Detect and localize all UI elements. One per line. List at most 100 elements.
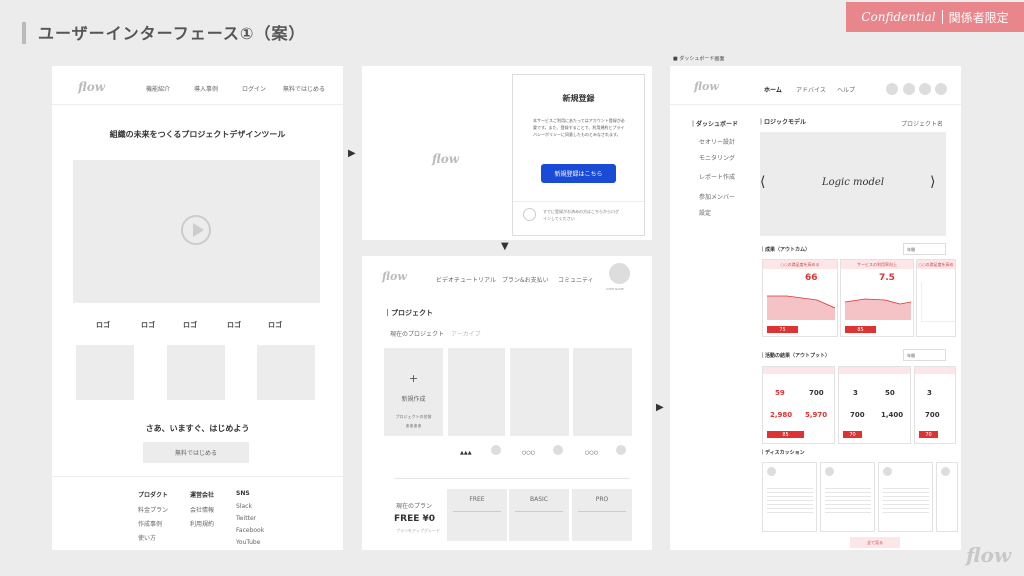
- feature-image: [257, 345, 315, 400]
- activity-card-header: [915, 367, 955, 374]
- start-free-button[interactable]: 無料ではじめる: [143, 442, 249, 463]
- footer-link[interactable]: 使い方: [138, 533, 168, 542]
- footer-link[interactable]: YouTube: [236, 539, 264, 546]
- footer-link[interactable]: 利用規約: [190, 519, 214, 528]
- outcome-card-header: ○○の満足度を高める: [917, 260, 955, 269]
- nav-tutorial[interactable]: ビデオチュートリアル: [436, 275, 496, 284]
- discussion-card[interactable]: [878, 462, 933, 532]
- activity-bar: 70: [843, 431, 862, 438]
- confidential-label: Confidential: [861, 10, 936, 24]
- play-icon[interactable]: [181, 215, 211, 245]
- plan-card-basic[interactable]: BASIC: [509, 489, 569, 541]
- footer-link[interactable]: Facebook: [236, 527, 264, 534]
- nav-help[interactable]: ヘルプ: [837, 85, 855, 94]
- divider: [515, 511, 563, 512]
- nav-home[interactable]: ホーム: [764, 85, 782, 94]
- sidebar-item-theory[interactable]: セオリー設計: [699, 137, 735, 146]
- sidebar-item-members[interactable]: 参加メンバー: [699, 192, 735, 201]
- footer-heading: SNS: [236, 490, 250, 497]
- footer-link[interactable]: Twitter: [236, 515, 264, 522]
- footer-link[interactable]: 作成事例: [138, 519, 168, 528]
- outcome-area-chart: [767, 295, 835, 320]
- landing-page-panel: flow 機能紹介 導入事例 ログイン 無料ではじめる 組織の未来をつくるプロジ…: [52, 66, 343, 550]
- projects-logo[interactable]: flow: [382, 270, 407, 283]
- landing-logo[interactable]: flow: [78, 80, 105, 94]
- footer-link[interactable]: 料金プラン: [138, 505, 168, 514]
- avatar[interactable]: [935, 83, 947, 95]
- client-logo: ロゴ: [268, 321, 282, 329]
- project-name: プロジェクト名: [901, 121, 944, 128]
- signup-button[interactable]: 新規登録はこちら: [541, 164, 616, 183]
- project-card[interactable]: [448, 348, 505, 436]
- divider: [52, 476, 343, 477]
- caption-text: ダッシュボード画面: [679, 56, 725, 62]
- project-card[interactable]: [510, 348, 569, 436]
- activity-value: 3: [927, 389, 932, 397]
- tab-archive[interactable]: アーカイブ: [451, 329, 481, 338]
- outcome-area-chart: [845, 298, 911, 320]
- nav-cases[interactable]: 導入事例: [194, 84, 218, 93]
- new-project-label: 新規作成: [401, 396, 426, 403]
- discussion-card[interactable]: [762, 462, 817, 532]
- hero-video[interactable]: [73, 160, 320, 303]
- outcome-empty-chart: [921, 282, 955, 322]
- outcome-bar: 75: [767, 326, 798, 333]
- nav-features[interactable]: 機能紹介: [146, 84, 170, 93]
- avatar[interactable]: [886, 83, 898, 95]
- nav-community[interactable]: コミュニティ: [558, 275, 594, 284]
- avatar[interactable]: [609, 263, 630, 284]
- logic-model-canvas[interactable]: ⟨ Logic model ⟩: [760, 132, 946, 236]
- chevron-right-icon[interactable]: ⟩: [930, 174, 935, 190]
- footer-link[interactable]: Slack: [236, 503, 264, 510]
- signup-logo: flow: [432, 152, 460, 166]
- activity-card[interactable]: 3 700 70: [914, 366, 956, 444]
- divider: [453, 511, 501, 512]
- divider: [670, 104, 961, 105]
- section-label: プロジェクト: [391, 309, 433, 317]
- upgrade-link[interactable]: プランをアップグレード: [396, 528, 440, 534]
- discussion-card[interactable]: [936, 462, 958, 532]
- new-project-meta: ああああ: [405, 423, 422, 428]
- sidebar-item-report[interactable]: レポート作成: [699, 172, 735, 181]
- activity-card[interactable]: 3 50 700 1,400 70: [838, 366, 911, 444]
- avatar: [825, 467, 834, 476]
- outcome-title: ｜成果（アウトカム）: [760, 247, 811, 253]
- avatar: [553, 445, 563, 455]
- avatar[interactable]: [903, 83, 915, 95]
- plus-icon: +: [408, 372, 419, 385]
- project-card[interactable]: [573, 348, 632, 436]
- discussion-title: ｜ディスカッション: [760, 450, 805, 456]
- footer-col-sns: SNS Slack Twitter Facebook YouTube: [236, 490, 264, 546]
- footer-heading: 運営会社: [190, 492, 215, 499]
- activity-period-select[interactable]: 年間: [903, 349, 946, 361]
- nav-start-free[interactable]: 無料ではじめる: [283, 84, 325, 93]
- current-plan-value: FREE ¥0: [394, 514, 436, 524]
- sidebar-item-monitoring[interactable]: モニタリング: [699, 153, 735, 162]
- nav-plans[interactable]: プラン&お支払い: [502, 275, 549, 284]
- plan-card-pro[interactable]: PRO: [572, 489, 632, 541]
- dashboard-logo[interactable]: flow: [694, 80, 719, 93]
- login-note[interactable]: すでに登録がお済みの方はこちらからログインしてください: [543, 208, 623, 222]
- outcome-period-select[interactable]: 年間: [903, 243, 946, 255]
- tab-current[interactable]: 現在のプロジェクト: [390, 329, 444, 338]
- avatar[interactable]: [919, 83, 931, 95]
- sidebar-title[interactable]: ｜ダッシュボード: [690, 119, 738, 128]
- outcome-card[interactable]: ○○の満足度を高める 66 75: [762, 259, 838, 337]
- user-name: USER NAME: [606, 287, 624, 291]
- activity-value: 2,980: [770, 411, 793, 419]
- discussion-card[interactable]: [820, 462, 875, 532]
- project-mark: ○○○: [585, 450, 599, 456]
- plan-card-free[interactable]: FREE: [447, 489, 507, 541]
- activity-card[interactable]: 59 700 2,980 5,970 85: [762, 366, 835, 444]
- outcome-card-header: サービスの利用率向上: [841, 260, 913, 269]
- footer-link[interactable]: 会社情報: [190, 505, 214, 514]
- outcome-card[interactable]: サービスの利用率向上 7.5 85: [840, 259, 914, 337]
- current-plan-label: 現在のプラン: [396, 503, 433, 510]
- view-all-button[interactable]: 全て見る: [850, 537, 900, 548]
- outcome-card[interactable]: ○○の満足度を高める: [916, 259, 956, 337]
- new-project-card[interactable]: + 新規作成 プロジェクトの名前 ああああ: [384, 348, 443, 436]
- sidebar-item-settings[interactable]: 設定: [699, 208, 711, 217]
- nav-login[interactable]: ログイン: [242, 84, 266, 93]
- outcome-card-header: ○○の満足度を高める: [763, 260, 837, 269]
- nav-advice[interactable]: アドバイス: [796, 85, 826, 94]
